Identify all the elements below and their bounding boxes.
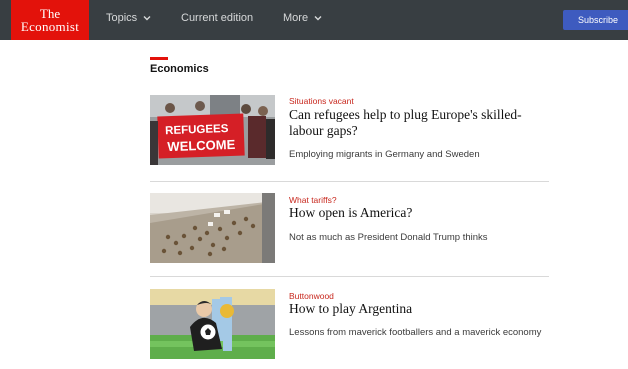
top-navigation-bar: The Economist Topics Current edition Mor… (0, 0, 628, 40)
article-divider (150, 181, 549, 182)
article-image[interactable] (150, 193, 275, 263)
conveyor-belt-photo-icon (150, 193, 275, 263)
nav-topics-label: Topics (106, 12, 138, 24)
article-summary: Employing migrants in Germany and Sweden (289, 149, 480, 160)
refugees-welcome-banner-photo-icon: REFUGEES WELCOME (150, 95, 275, 165)
economist-logo[interactable]: The Economist (11, 0, 89, 40)
article-headline[interactable]: How open is America? (289, 205, 554, 221)
subscribe-button[interactable]: Subscribe (563, 10, 628, 30)
football-illustration-icon (150, 289, 275, 359)
nav-current-edition-label: Current edition (181, 12, 254, 24)
section-accent-rule (150, 57, 168, 60)
nav-more-label: More (283, 12, 309, 24)
chevron-down-icon (314, 16, 322, 21)
article-summary: Lessons from maverick footballers and a … (289, 327, 542, 338)
banner-text-line-1: REFUGEES (165, 123, 229, 137)
article-card[interactable]: Buttonwood How to play Argentina Lessons… (150, 289, 549, 361)
article-divider (150, 276, 549, 277)
chevron-down-icon (143, 16, 151, 21)
article-card[interactable]: What tariffs? How open is America? Not a… (150, 193, 549, 265)
article-kicker[interactable]: Situations vacant (289, 96, 354, 106)
article-image[interactable] (150, 289, 275, 359)
article-summary: Not as much as President Donald Trump th… (289, 232, 488, 243)
section-title[interactable]: Economics (150, 63, 209, 75)
nav-current-edition[interactable]: Current edition (181, 12, 253, 24)
logo-line-2: Economist (20, 19, 80, 34)
nav-topics[interactable]: Topics (106, 12, 152, 24)
article-card[interactable]: REFUGEES WELCOME Situations vacant Can r… (150, 95, 549, 167)
banner-text-line-2: WELCOME (167, 137, 236, 154)
article-headline[interactable]: Can refugees help to plug Europe's skill… (289, 107, 554, 139)
article-headline[interactable]: How to play Argentina (289, 301, 554, 317)
article-kicker[interactable]: Buttonwood (289, 291, 334, 301)
article-image[interactable]: REFUGEES WELCOME (150, 95, 275, 165)
article-kicker[interactable]: What tariffs? (289, 195, 337, 205)
nav-more[interactable]: More (283, 12, 323, 24)
